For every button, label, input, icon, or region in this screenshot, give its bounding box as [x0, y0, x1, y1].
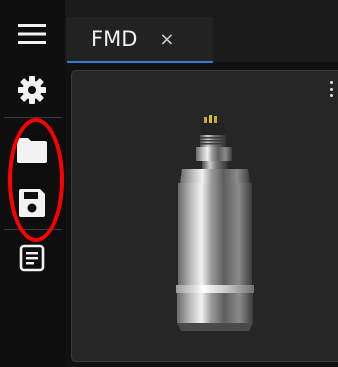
- sensor-model: [176, 115, 254, 331]
- toolbar-divider: [4, 229, 62, 230]
- tab-close-button[interactable]: ×: [159, 29, 174, 50]
- tab-fmd[interactable]: FMD ×: [67, 17, 213, 63]
- tab-label: FMD: [91, 27, 138, 51]
- folder-icon: [17, 138, 47, 163]
- floppy-disk-icon: [19, 189, 45, 217]
- open-folder-button[interactable]: [8, 130, 56, 170]
- tab-bar: FMD ×: [65, 0, 338, 63]
- notes-button[interactable]: [8, 238, 56, 278]
- save-button[interactable]: [8, 183, 56, 223]
- settings-button[interactable]: [8, 70, 56, 110]
- hamburger-menu-icon: [18, 24, 46, 44]
- menu-button[interactable]: [8, 14, 56, 54]
- document-icon: [19, 244, 45, 272]
- left-toolbar: [0, 0, 65, 367]
- model-viewer[interactable]: [71, 70, 338, 362]
- toolbar-divider: [4, 117, 62, 118]
- gear-icon: [18, 76, 46, 104]
